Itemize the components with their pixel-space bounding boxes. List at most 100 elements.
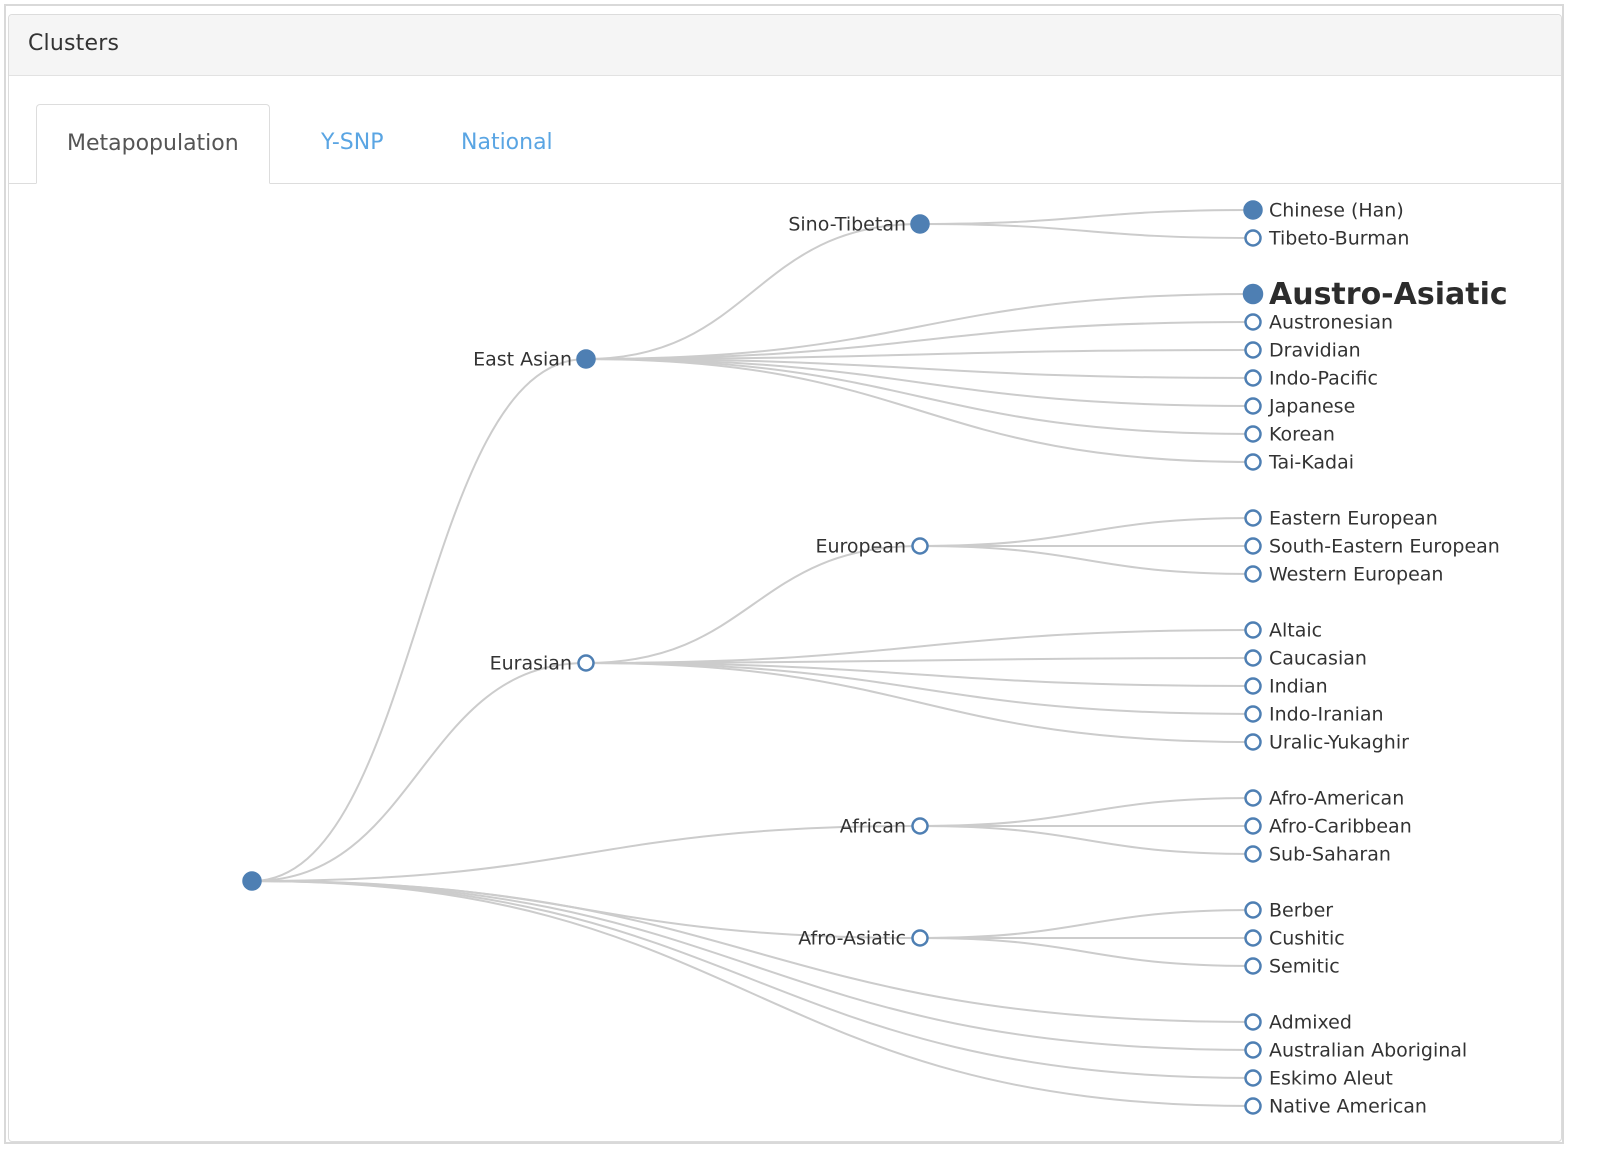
node-label[interactable]: Afro-Caribbean: [1269, 816, 1412, 838]
node-indian[interactable]: Indian: [1244, 676, 1328, 698]
node-admixed[interactable]: Admixed: [1244, 1012, 1352, 1034]
node-western-european[interactable]: Western European: [1244, 564, 1444, 586]
node-filled-circle-icon[interactable]: [1242, 283, 1264, 305]
node-label[interactable]: Austro-Asiatic: [1269, 277, 1508, 312]
node-label[interactable]: Eurasian: [490, 653, 572, 675]
node-austronesian[interactable]: Austronesian: [1244, 312, 1394, 334]
node-open-circle-icon[interactable]: [1244, 845, 1262, 863]
node-open-circle-icon[interactable]: [1244, 509, 1262, 527]
node-open-circle-icon[interactable]: [1244, 705, 1262, 723]
node-label[interactable]: Chinese (Han): [1269, 200, 1404, 222]
node-sub-saharan[interactable]: Sub-Saharan: [1244, 844, 1391, 866]
node-eskimo-aleut[interactable]: Eskimo Aleut: [1244, 1068, 1393, 1090]
node-open-circle-icon[interactable]: [911, 537, 929, 555]
node-label[interactable]: Dravidian: [1269, 340, 1361, 362]
node-semitic[interactable]: Semitic: [1244, 956, 1340, 978]
node-eastern-european[interactable]: Eastern European: [1244, 508, 1438, 530]
node-label[interactable]: Korean: [1269, 424, 1335, 446]
node-australian-aboriginal[interactable]: Australian Aboriginal: [1244, 1040, 1468, 1062]
node-afro-american[interactable]: Afro-American: [1244, 788, 1405, 810]
node-label[interactable]: South-Eastern European: [1269, 536, 1500, 558]
node-caucasian[interactable]: Caucasian: [1244, 648, 1367, 670]
node-label[interactable]: Tai-Kadai: [1268, 452, 1354, 474]
node-open-circle-icon[interactable]: [1244, 313, 1262, 331]
node-open-circle-icon[interactable]: [1244, 537, 1262, 555]
node-open-circle-icon[interactable]: [1244, 817, 1262, 835]
node-open-circle-icon[interactable]: [1244, 929, 1262, 947]
node-korean[interactable]: Korean: [1244, 424, 1335, 446]
node-open-circle-icon[interactable]: [1244, 733, 1262, 751]
node-label[interactable]: Caucasian: [1269, 648, 1367, 670]
node-label[interactable]: East Asian: [473, 349, 572, 371]
node-open-circle-icon[interactable]: [911, 929, 929, 947]
node-open-circle-icon[interactable]: [1244, 1013, 1262, 1031]
node-tibeto-burman[interactable]: Tibeto-Burman: [1244, 228, 1410, 250]
link-east-asian-to-sino-tibetan: [585, 223, 921, 360]
link-european-to-western-european: [919, 545, 1254, 575]
node-label[interactable]: Admixed: [1269, 1012, 1352, 1034]
node-afro-caribbean[interactable]: Afro-Caribbean: [1244, 816, 1412, 838]
node-label[interactable]: Berber: [1269, 900, 1333, 922]
node-label[interactable]: Cushitic: [1269, 928, 1345, 950]
node-label[interactable]: Eastern European: [1269, 508, 1438, 530]
node-filled-circle-icon[interactable]: [910, 214, 930, 234]
node-open-circle-icon[interactable]: [1244, 901, 1262, 919]
node-label[interactable]: Indian: [1269, 676, 1328, 698]
node-label[interactable]: Sino-Tibetan: [788, 214, 906, 236]
node-east-asian[interactable]: East Asian: [473, 349, 596, 371]
node-open-circle-icon[interactable]: [1244, 1097, 1262, 1115]
node-label[interactable]: Afro-Asiatic: [798, 928, 906, 950]
node-open-circle-icon[interactable]: [1244, 565, 1262, 583]
node-open-circle-icon[interactable]: [1244, 229, 1262, 247]
node-native-american[interactable]: Native American: [1244, 1096, 1427, 1118]
node-indo-iranian[interactable]: Indo-Iranian: [1244, 704, 1384, 726]
node-open-circle-icon[interactable]: [1244, 453, 1262, 471]
node-label[interactable]: Indo-Iranian: [1269, 704, 1384, 726]
node-dravidian[interactable]: Dravidian: [1244, 340, 1361, 362]
node-label[interactable]: European: [815, 536, 906, 558]
node-indo-pacific[interactable]: Indo-Pacific: [1244, 368, 1378, 390]
node-filled-circle-icon[interactable]: [1243, 200, 1263, 220]
node-label[interactable]: Tibeto-Burman: [1268, 228, 1409, 250]
node-label[interactable]: Austronesian: [1269, 312, 1393, 334]
node-open-circle-icon[interactable]: [1244, 621, 1262, 639]
node-label[interactable]: Australian Aboriginal: [1269, 1040, 1467, 1062]
node-label[interactable]: Afro-American: [1269, 788, 1404, 810]
node-open-circle-icon[interactable]: [1244, 677, 1262, 695]
node-open-circle-icon[interactable]: [1244, 425, 1262, 443]
node-label[interactable]: Uralic-Yukaghir: [1269, 732, 1409, 754]
node-label[interactable]: Eskimo Aleut: [1269, 1068, 1393, 1090]
node-tai-kadai[interactable]: Tai-Kadai: [1244, 452, 1355, 474]
node-label[interactable]: Semitic: [1269, 956, 1340, 978]
node-uralic-yukaghir[interactable]: Uralic-Yukaghir: [1244, 732, 1410, 754]
node-label[interactable]: Western European: [1269, 564, 1443, 586]
node-open-circle-icon[interactable]: [1244, 369, 1262, 387]
node-open-circle-icon[interactable]: [577, 654, 595, 672]
node-filled-circle-icon[interactable]: [242, 871, 262, 891]
node-eurasian[interactable]: Eurasian: [490, 653, 595, 675]
node-root[interactable]: [242, 871, 262, 891]
node-label[interactable]: Japanese: [1268, 396, 1355, 418]
node-label[interactable]: Indo-Pacific: [1269, 368, 1378, 390]
node-label[interactable]: Altaic: [1269, 620, 1322, 642]
node-open-circle-icon[interactable]: [1244, 957, 1262, 975]
node-japanese[interactable]: Japanese: [1244, 396, 1356, 418]
node-label[interactable]: African: [840, 816, 906, 838]
node-filled-circle-icon[interactable]: [576, 349, 596, 369]
node-label[interactable]: Sub-Saharan: [1269, 844, 1391, 866]
node-berber[interactable]: Berber: [1244, 900, 1334, 922]
node-african[interactable]: African: [840, 816, 929, 838]
node-open-circle-icon[interactable]: [1244, 1069, 1262, 1087]
node-south-eastern-european[interactable]: South-Eastern European: [1244, 536, 1500, 558]
node-open-circle-icon[interactable]: [1244, 397, 1262, 415]
node-open-circle-icon[interactable]: [1244, 649, 1262, 667]
node-chinese-han[interactable]: Chinese (Han): [1243, 200, 1404, 222]
node-austro-asiatic[interactable]: Austro-Asiatic: [1242, 277, 1508, 312]
node-cushitic[interactable]: Cushitic: [1244, 928, 1345, 950]
node-open-circle-icon[interactable]: [911, 817, 929, 835]
node-open-circle-icon[interactable]: [1244, 789, 1262, 807]
node-open-circle-icon[interactable]: [1244, 341, 1262, 359]
node-open-circle-icon[interactable]: [1244, 1041, 1262, 1059]
node-altaic[interactable]: Altaic: [1244, 620, 1323, 642]
node-label[interactable]: Native American: [1269, 1096, 1427, 1118]
